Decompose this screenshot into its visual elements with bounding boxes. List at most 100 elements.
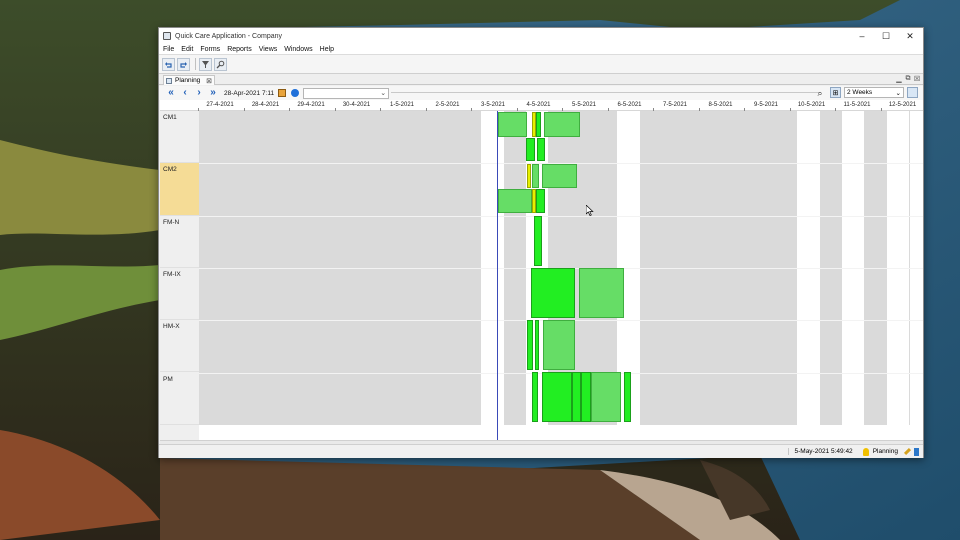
calendar-icon[interactable]: [278, 89, 287, 97]
toolbar-separator: [195, 58, 196, 70]
resource-row-label[interactable]: FM-N: [160, 216, 199, 268]
range-value: 2 Weeks: [847, 89, 873, 96]
previous-button[interactable]: ‹: [178, 87, 192, 99]
search-icon[interactable]: [214, 57, 227, 71]
planning-board: 27-4-2021 28-4-2021 29-4-2021 30-4-2021 1-5-…: [160, 100, 923, 440]
timeline-date-label: 30-4-2021: [342, 102, 371, 108]
status-bar: 5-May-2021 5:49:42 Planning: [159, 444, 923, 458]
close-button[interactable]: ✕: [898, 28, 922, 44]
title-bar[interactable]: Quick Care Application - Company – ☐ ✕: [159, 28, 923, 44]
minimize-button[interactable]: –: [850, 28, 874, 44]
timeline-date-label: 11-5-2021: [843, 102, 871, 108]
app-icon: [163, 32, 171, 40]
timeline-date-label: 6-5-2021: [617, 102, 642, 108]
task-bar[interactable]: [498, 189, 532, 213]
menu-bar: File Edit Forms Reports Views Windows He…: [159, 44, 923, 55]
document-tab-bar: Planning ⊠ ▁ ⧉ ☒: [159, 74, 923, 85]
tab-close-icon[interactable]: ⊠: [206, 77, 212, 85]
today-icon[interactable]: [291, 89, 300, 97]
task-bar[interactable]: [542, 164, 577, 188]
chevron-down-icon: ⌄: [380, 90, 387, 97]
zoom-fit-button[interactable]: ⊞: [830, 87, 841, 98]
task-bar[interactable]: [542, 372, 572, 422]
side-panel-button[interactable]: [907, 87, 918, 98]
pencil-icon: [903, 447, 912, 456]
redo-icon[interactable]: [177, 57, 190, 71]
task-bar[interactable]: [543, 320, 575, 370]
task-bar[interactable]: [624, 372, 631, 422]
menu-file[interactable]: File: [163, 46, 174, 53]
resource-column: CM1 CM2 FM-N FM-IX HM-X PM: [160, 111, 199, 440]
resource-row-label[interactable]: CM2: [160, 163, 199, 216]
task-bar[interactable]: [532, 164, 539, 188]
menu-views[interactable]: Views: [259, 46, 278, 53]
resource-row-label[interactable]: FM-IX: [160, 268, 199, 321]
timeline-date-label: 28-4-2021: [251, 102, 280, 108]
timeline-date-label: 29-4-2021: [297, 102, 325, 108]
row-divider: [199, 215, 923, 217]
window-title: Quick Care Application - Company: [175, 32, 282, 40]
last-page-button[interactable]: »: [206, 87, 220, 99]
task-bar[interactable]: [527, 320, 533, 370]
task-bar[interactable]: [535, 320, 539, 370]
status-module: Planning: [872, 448, 898, 455]
menu-edit[interactable]: Edit: [181, 46, 193, 53]
planning-grid[interactable]: [199, 111, 923, 440]
zoom-icon[interactable]: ⌕: [815, 88, 825, 98]
toolbar: [159, 55, 923, 74]
task-bar[interactable]: [537, 138, 545, 161]
timeline-header: 27-4-2021 28-4-2021 29-4-2021 30-4-2021 1-5-…: [160, 100, 923, 111]
task-bar[interactable]: [544, 112, 580, 137]
task-bar[interactable]: [591, 372, 621, 422]
menu-reports[interactable]: Reports: [227, 46, 252, 53]
lightbulb-icon: [862, 447, 869, 456]
planning-icon: [166, 77, 172, 84]
pane-restore-icon[interactable]: ⧉: [904, 75, 912, 83]
task-bar[interactable]: [581, 372, 591, 422]
resource-row-label[interactable]: HM-X: [160, 320, 199, 373]
current-time-line: [497, 111, 498, 440]
timeline-date-label: 9-5-2021: [753, 102, 779, 108]
menu-windows[interactable]: Windows: [284, 46, 312, 53]
timeline-date-label: 2-5-2021: [435, 102, 460, 108]
task-bar[interactable]: [498, 112, 527, 137]
status-datetime: 5-May-2021 5:49:42: [787, 448, 859, 455]
timeline-date-label: 27-4-2021: [206, 102, 234, 108]
task-bar[interactable]: [531, 268, 575, 318]
task-bar[interactable]: [527, 164, 531, 188]
filter-dropdown[interactable]: ⌄: [303, 87, 390, 99]
filter-icon[interactable]: [199, 57, 212, 71]
task-bar[interactable]: [534, 216, 542, 266]
undo-icon[interactable]: [162, 57, 175, 71]
timeline-date-label: 5-5-2021: [571, 102, 597, 108]
maximize-button[interactable]: ☐: [874, 28, 898, 44]
range-dropdown[interactable]: 2 Weeks ⌄: [844, 87, 904, 98]
planning-navigation: « ‹ › » 28-Apr-2021 7:11 ⌄ ⌕ ⊞ 2 Weeks ⌄: [159, 86, 923, 100]
timeline-date-label: 12-5-2021: [888, 102, 917, 108]
task-bar[interactable]: [526, 138, 535, 161]
app-window: Quick Care Application - Company – ☐ ✕ F…: [158, 27, 924, 458]
task-bar[interactable]: [579, 268, 624, 318]
task-bar[interactable]: [536, 112, 541, 137]
task-bar[interactable]: [532, 372, 538, 422]
pane-close-icon[interactable]: ☒: [913, 75, 921, 83]
search-field[interactable]: [391, 92, 821, 93]
first-page-button[interactable]: «: [164, 87, 178, 99]
next-button[interactable]: ›: [192, 87, 206, 99]
grid-footer: [199, 425, 923, 440]
task-bar[interactable]: [572, 372, 581, 422]
resource-row-label[interactable]: CM1: [160, 111, 199, 164]
menu-help[interactable]: Help: [320, 46, 334, 53]
timeline-date-label: 8-5-2021: [708, 102, 733, 108]
timeline-date-label: 10-5-2021: [797, 102, 826, 108]
current-date: 28-Apr-2021 7:11: [224, 89, 275, 97]
resource-row-label[interactable]: PM: [160, 373, 199, 425]
menu-forms[interactable]: Forms: [200, 46, 220, 53]
task-bar[interactable]: [536, 189, 545, 213]
chevron-down-icon: ⌄: [895, 89, 901, 97]
pane-minimize-icon[interactable]: ▁: [895, 75, 903, 83]
tab-label: Planning: [175, 77, 201, 84]
tab-planning[interactable]: Planning ⊠: [163, 75, 215, 85]
timeline-date-label: 4-5-2021: [526, 102, 551, 108]
timeline-date-label: 7-5-2021: [662, 102, 688, 108]
